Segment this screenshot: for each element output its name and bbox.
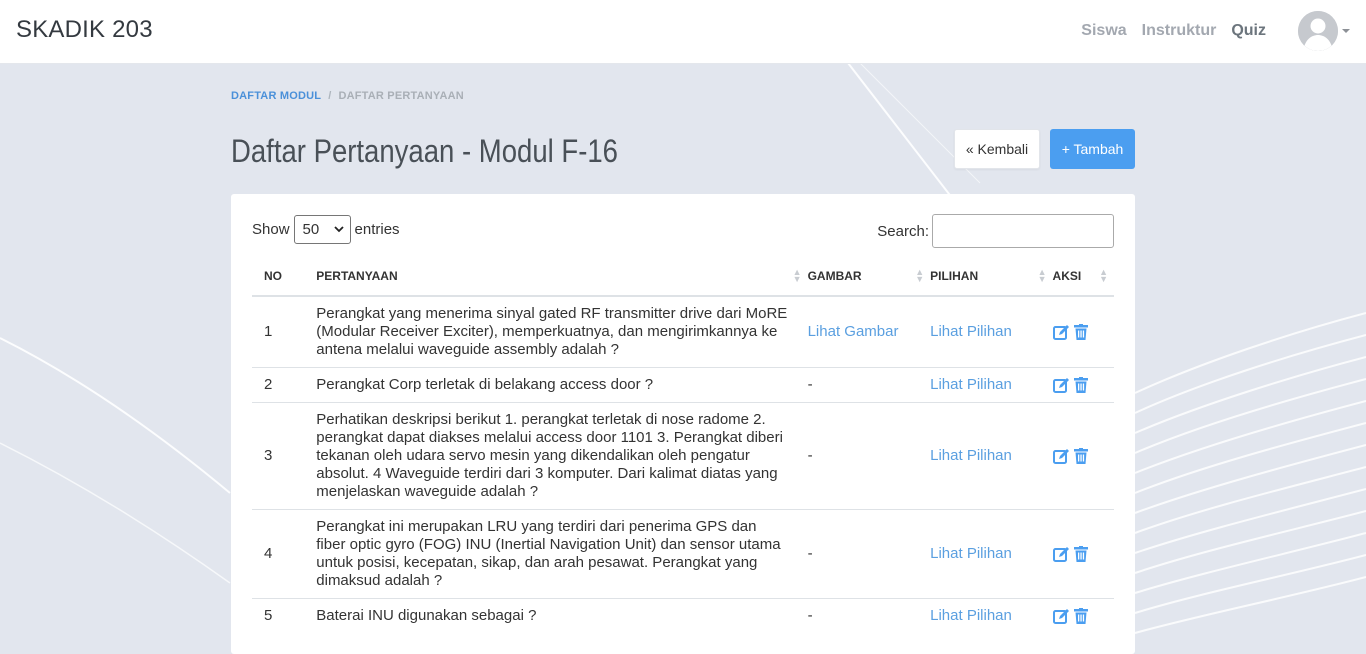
search-control: Search: [877, 214, 1114, 248]
trash-icon[interactable] [1073, 447, 1088, 464]
nav-link-quiz[interactable]: Quiz [1231, 22, 1266, 40]
search-label: Search: [877, 222, 929, 240]
question-text: Perangkat Corp terletak di belakang acce… [316, 366, 808, 402]
top-navbar: SKADIK 203 Siswa Instruktur Quiz [0, 0, 1366, 64]
app-brand[interactable]: SKADIK 203 [16, 16, 153, 44]
no-image-text: - [807, 366, 931, 402]
nav-link-instruktur[interactable]: Instruktur [1142, 22, 1217, 40]
question-text: Perangkat ini merupakan LRU yang terdiri… [316, 508, 808, 598]
row-actions [1052, 447, 1114, 464]
search-input[interactable] [932, 214, 1114, 248]
table-row: 3 Perhatikan deskripsi berikut 1. perang… [252, 401, 1114, 509]
row-number: 3 [252, 401, 317, 509]
breadcrumb-current: DAFTAR PERTANYAAN [338, 90, 464, 102]
column-header-aksi[interactable]: AKSI ▲ ▼ [1052, 257, 1114, 297]
user-menu-toggle[interactable] [1298, 11, 1350, 51]
view-options-link[interactable]: Lihat Pilihan [930, 376, 1012, 393]
column-header-gambar[interactable]: GAMBAR ▲ ▼ [807, 257, 931, 297]
chevron-down-icon [1342, 29, 1350, 33]
sort-icon: ▲ ▼ [792, 267, 802, 284]
edit-icon[interactable] [1052, 608, 1070, 624]
row-number: 4 [252, 508, 317, 598]
page-size-value: 50 [302, 221, 320, 238]
page-title: Daftar Pertanyaan - Modul F-16 [231, 133, 618, 169]
user-avatar-icon [1298, 11, 1338, 51]
breadcrumb-separator: / [328, 90, 332, 102]
questions-table: NO PERTANYAAN ▲ ▼ GAMBAR ▲ ▼ PILIHAN ▲ ▼ AKSI ▲… [252, 257, 1114, 633]
sort-icon: ▲ ▼ [1099, 267, 1108, 284]
question-text: Perhatikan deskripsi berikut 1. perangka… [316, 401, 808, 509]
row-actions [1052, 376, 1114, 393]
no-image-text: - [807, 508, 931, 598]
show-label: Show [252, 221, 290, 238]
breadcrumb-daftar-modul[interactable]: DAFTAR MODUL [231, 90, 321, 102]
row-number: 2 [252, 366, 317, 402]
edit-icon[interactable] [1052, 448, 1070, 464]
trash-icon[interactable] [1073, 376, 1088, 393]
question-text: Baterai INU digunakan sebagai ? [316, 597, 808, 633]
edit-icon[interactable] [1052, 546, 1070, 562]
breadcrumb: DAFTAR MODUL / DAFTAR PERTANYAAN [231, 90, 464, 102]
edit-icon[interactable] [1052, 324, 1070, 340]
no-image-text: - [807, 597, 931, 633]
table-row: 5 Baterai INU digunakan sebagai ? - Liha… [252, 597, 1114, 633]
row-actions [1052, 545, 1114, 562]
edit-icon[interactable] [1052, 377, 1070, 393]
sort-icon: ▲ ▼ [915, 267, 925, 284]
trash-icon[interactable] [1073, 323, 1088, 340]
add-question-button[interactable]: + Tambah [1050, 129, 1135, 169]
table-row: 2 Perangkat Corp terletak di belakang ac… [252, 366, 1114, 402]
page-size-select[interactable]: 50 [293, 215, 351, 244]
nav-link-siswa[interactable]: Siswa [1081, 22, 1126, 40]
view-options-link[interactable]: Lihat Pilihan [930, 323, 1012, 340]
entries-label: entries [354, 221, 400, 238]
question-text: Perangkat yang menerima sinyal gated RF … [316, 295, 808, 367]
table-row: 1 Perangkat yang menerima sinyal gated R… [252, 295, 1114, 367]
column-header-pilihan[interactable]: PILIHAN ▲ ▼ [930, 257, 1053, 297]
table-header-row: NO PERTANYAAN ▲ ▼ GAMBAR ▲ ▼ PILIHAN ▲ ▼ AKSI ▲… [252, 257, 1114, 297]
row-actions [1052, 607, 1114, 624]
questions-card: Show 50 entries Search: NO PERTANYAAN ▲ ▼ … [231, 194, 1135, 654]
view-options-link[interactable]: Lihat Pilihan [930, 545, 1012, 562]
row-actions [1052, 323, 1114, 340]
no-image-text: - [807, 401, 931, 509]
table-row: 4 Perangkat ini merupakan LRU yang terdi… [252, 508, 1114, 598]
view-options-link[interactable]: Lihat Pilihan [930, 607, 1012, 624]
view-image-link[interactable]: Lihat Gambar [808, 323, 899, 340]
sort-icon: ▲ ▼ [1037, 267, 1047, 284]
view-options-link[interactable]: Lihat Pilihan [930, 447, 1012, 464]
back-button[interactable]: « Kembali [954, 129, 1040, 169]
row-number: 1 [252, 295, 317, 367]
column-header-no[interactable]: NO [252, 257, 317, 297]
column-header-pertanyaan[interactable]: PERTANYAAN ▲ ▼ [316, 257, 808, 297]
trash-icon[interactable] [1073, 607, 1088, 624]
chevron-down-icon [333, 224, 344, 236]
row-number: 5 [252, 597, 317, 633]
page-size-control: Show 50 entries [252, 215, 400, 244]
trash-icon[interactable] [1073, 545, 1088, 562]
nav-links: Siswa Instruktur Quiz [1066, 22, 1266, 40]
